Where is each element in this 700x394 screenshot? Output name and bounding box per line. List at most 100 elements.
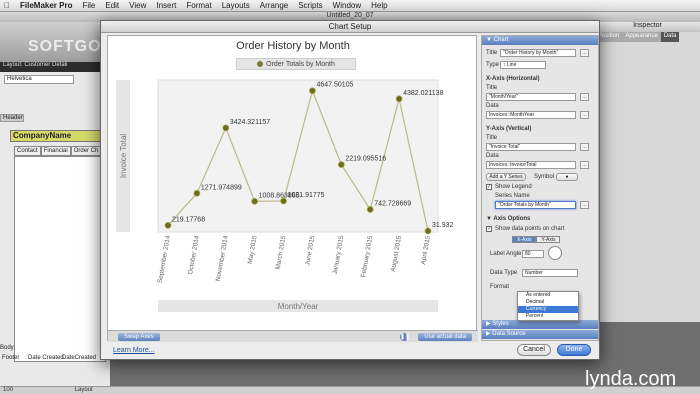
learn-more-link[interactable]: Learn More... bbox=[113, 347, 155, 354]
y-axis-section-label: Y-Axis (Vertical) bbox=[486, 126, 532, 132]
format-option-as-entered[interactable]: As entered bbox=[518, 292, 578, 299]
chart-section-header[interactable]: ▼ Chart bbox=[482, 36, 598, 45]
x-title-field[interactable]: "Month/Year" bbox=[486, 93, 576, 101]
menu-layouts[interactable]: Layouts bbox=[222, 1, 250, 10]
y-axis-title: Invoice Total bbox=[119, 134, 128, 179]
chart-setup-dialog: Chart Setup Order History by Month Order… bbox=[100, 20, 600, 360]
menu-window[interactable]: Window bbox=[333, 1, 361, 10]
plot-area bbox=[157, 79, 439, 233]
menu-arrange[interactable]: Arrange bbox=[260, 1, 288, 10]
data-source-section-header[interactable]: ▶ Data Source bbox=[482, 330, 598, 339]
y-data-edit-button[interactable]: … bbox=[580, 161, 589, 169]
data-label: 4647.50105 bbox=[316, 82, 353, 89]
y-title-edit-button[interactable]: … bbox=[580, 143, 589, 151]
date-created-field[interactable]: DateCreated bbox=[62, 355, 96, 361]
menu-bar:  FileMaker Pro File Edit View Insert Fo… bbox=[0, 0, 700, 12]
show-legend-checkbox[interactable]: ✓ bbox=[486, 184, 492, 190]
lynda-logo: lynda.com bbox=[585, 368, 677, 390]
add-y-series-button[interactable]: Add a Y Series bbox=[486, 173, 526, 181]
data-point bbox=[424, 227, 432, 235]
symbol-label: Symbol bbox=[534, 174, 555, 180]
x-axis-title: Month/Year bbox=[278, 302, 319, 311]
inspector-panel: Inspector Position Appearance Data bbox=[594, 22, 700, 322]
format-option-percent[interactable]: Percent bbox=[518, 313, 578, 320]
show-legend-label: Show Legend bbox=[495, 184, 532, 190]
axis-options-toggle[interactable]: ▼ Axis Options bbox=[486, 216, 530, 222]
data-point bbox=[280, 197, 287, 205]
data-label: 31.932 bbox=[432, 222, 454, 229]
series-name-label: Series Name bbox=[495, 193, 530, 199]
data-label: 3424.321157 bbox=[230, 119, 270, 126]
menu-insert[interactable]: Insert bbox=[156, 1, 176, 10]
x-tick-label: June 2015 bbox=[304, 235, 316, 266]
chart-type-select[interactable]: ↕ Line bbox=[500, 61, 546, 69]
mode-label[interactable]: Layout bbox=[75, 387, 93, 393]
format-option-decimal[interactable]: Decimal bbox=[518, 299, 578, 306]
format-option-currency[interactable]: Currency bbox=[518, 306, 578, 313]
menu-format[interactable]: Format bbox=[186, 1, 211, 10]
data-type-label: Data Type bbox=[490, 270, 518, 276]
pause-icon[interactable]: ❚❚ bbox=[400, 333, 410, 341]
x-tick-label: October 2014 bbox=[187, 235, 201, 275]
data-point bbox=[222, 124, 230, 132]
segment-x-axis[interactable]: X-Axis bbox=[512, 236, 537, 243]
done-button[interactable]: Done bbox=[557, 344, 591, 356]
x-tick-label: January 2015 bbox=[332, 235, 346, 275]
tab-appearance[interactable]: Appearance bbox=[622, 32, 661, 42]
menu-edit[interactable]: Edit bbox=[105, 1, 119, 10]
data-label: 4382.021138 bbox=[403, 90, 443, 97]
data-point bbox=[193, 189, 201, 197]
data-type-select[interactable]: Number bbox=[522, 269, 578, 277]
company-name-field[interactable]: CompanyName bbox=[10, 130, 105, 142]
data-label: 742.728669 bbox=[374, 200, 411, 207]
chart-title-field[interactable]: "Order History by Month" bbox=[500, 49, 576, 57]
line-chart: Invoice Total 219.17768 September 2014 1271… bbox=[116, 79, 454, 312]
x-data-edit-button[interactable]: … bbox=[580, 111, 589, 119]
cancel-button[interactable]: Cancel bbox=[517, 344, 551, 356]
x-axis-section-label: X-Axis (Horizontal) bbox=[486, 76, 540, 82]
zoom-level[interactable]: 100 bbox=[3, 387, 13, 393]
y-data-label: Data bbox=[486, 153, 499, 159]
tab-order-chart[interactable]: Order Ch bbox=[70, 146, 102, 156]
x-title-edit-button[interactable]: … bbox=[580, 93, 589, 101]
x-tick-label: March 2015 bbox=[275, 235, 288, 270]
x-tick-label: September 2014 bbox=[157, 235, 172, 284]
font-menu[interactable]: Helvetica bbox=[4, 75, 74, 84]
symbol-picker[interactable]: ● bbox=[556, 173, 578, 181]
label-angle-label: Label Angle bbox=[490, 251, 522, 257]
y-title-label: Title bbox=[486, 135, 498, 141]
tab-panel bbox=[14, 156, 106, 362]
x-data-field[interactable]: Invoices::MonthYear bbox=[486, 111, 576, 119]
date-created-label: Date Created bbox=[28, 355, 64, 361]
swap-axes-button[interactable]: Swap Axes bbox=[118, 333, 160, 341]
apple-menu-icon[interactable]:  bbox=[4, 1, 10, 10]
chart-title-edit-button[interactable]: … bbox=[580, 49, 589, 57]
label-angle-dial[interactable] bbox=[548, 246, 562, 260]
menu-file[interactable]: File bbox=[82, 1, 95, 10]
menu-app[interactable]: FileMaker Pro bbox=[20, 1, 72, 10]
data-label: 1021.91775 bbox=[288, 192, 325, 199]
label-angle-field[interactable]: 80 bbox=[522, 250, 544, 258]
series-name-edit-button[interactable]: … bbox=[580, 201, 589, 209]
y-title-field[interactable]: "Invoice Total" bbox=[486, 143, 576, 151]
menu-view[interactable]: View bbox=[129, 1, 146, 10]
format-dropdown: As entered Decimal Currency Percent bbox=[517, 291, 579, 321]
y-data-field[interactable]: Invoices::InvoiceTotal bbox=[486, 161, 576, 169]
series-name-field[interactable]: "Order Totals by Month" bbox=[495, 201, 576, 209]
menu-scripts[interactable]: Scripts bbox=[298, 1, 322, 10]
show-data-points-checkbox[interactable]: ✓ bbox=[486, 226, 492, 232]
use-actual-data-button[interactable]: Use actual data bbox=[418, 333, 472, 341]
footer-part-label: Footer bbox=[2, 355, 20, 361]
dialog-title: Chart Setup bbox=[101, 21, 599, 33]
data-point bbox=[164, 221, 172, 229]
x-tick-label: April 2015 bbox=[420, 235, 432, 265]
preview-toolbar: Swap Axes ❚❚ Use actual data bbox=[108, 330, 478, 342]
segment-y-axis[interactable]: Y-Axis bbox=[536, 236, 561, 243]
styles-section-header[interactable]: ▶ Styles bbox=[482, 320, 598, 329]
tab-contact[interactable]: Contact bbox=[14, 146, 41, 156]
tab-data[interactable]: Data bbox=[660, 32, 680, 42]
tab-financial[interactable]: Financial bbox=[40, 146, 71, 156]
x-tick-label: August 2015 bbox=[390, 235, 403, 273]
axis-segment-control: X-Axis Y-Axis bbox=[512, 236, 561, 243]
menu-help[interactable]: Help bbox=[371, 1, 387, 10]
